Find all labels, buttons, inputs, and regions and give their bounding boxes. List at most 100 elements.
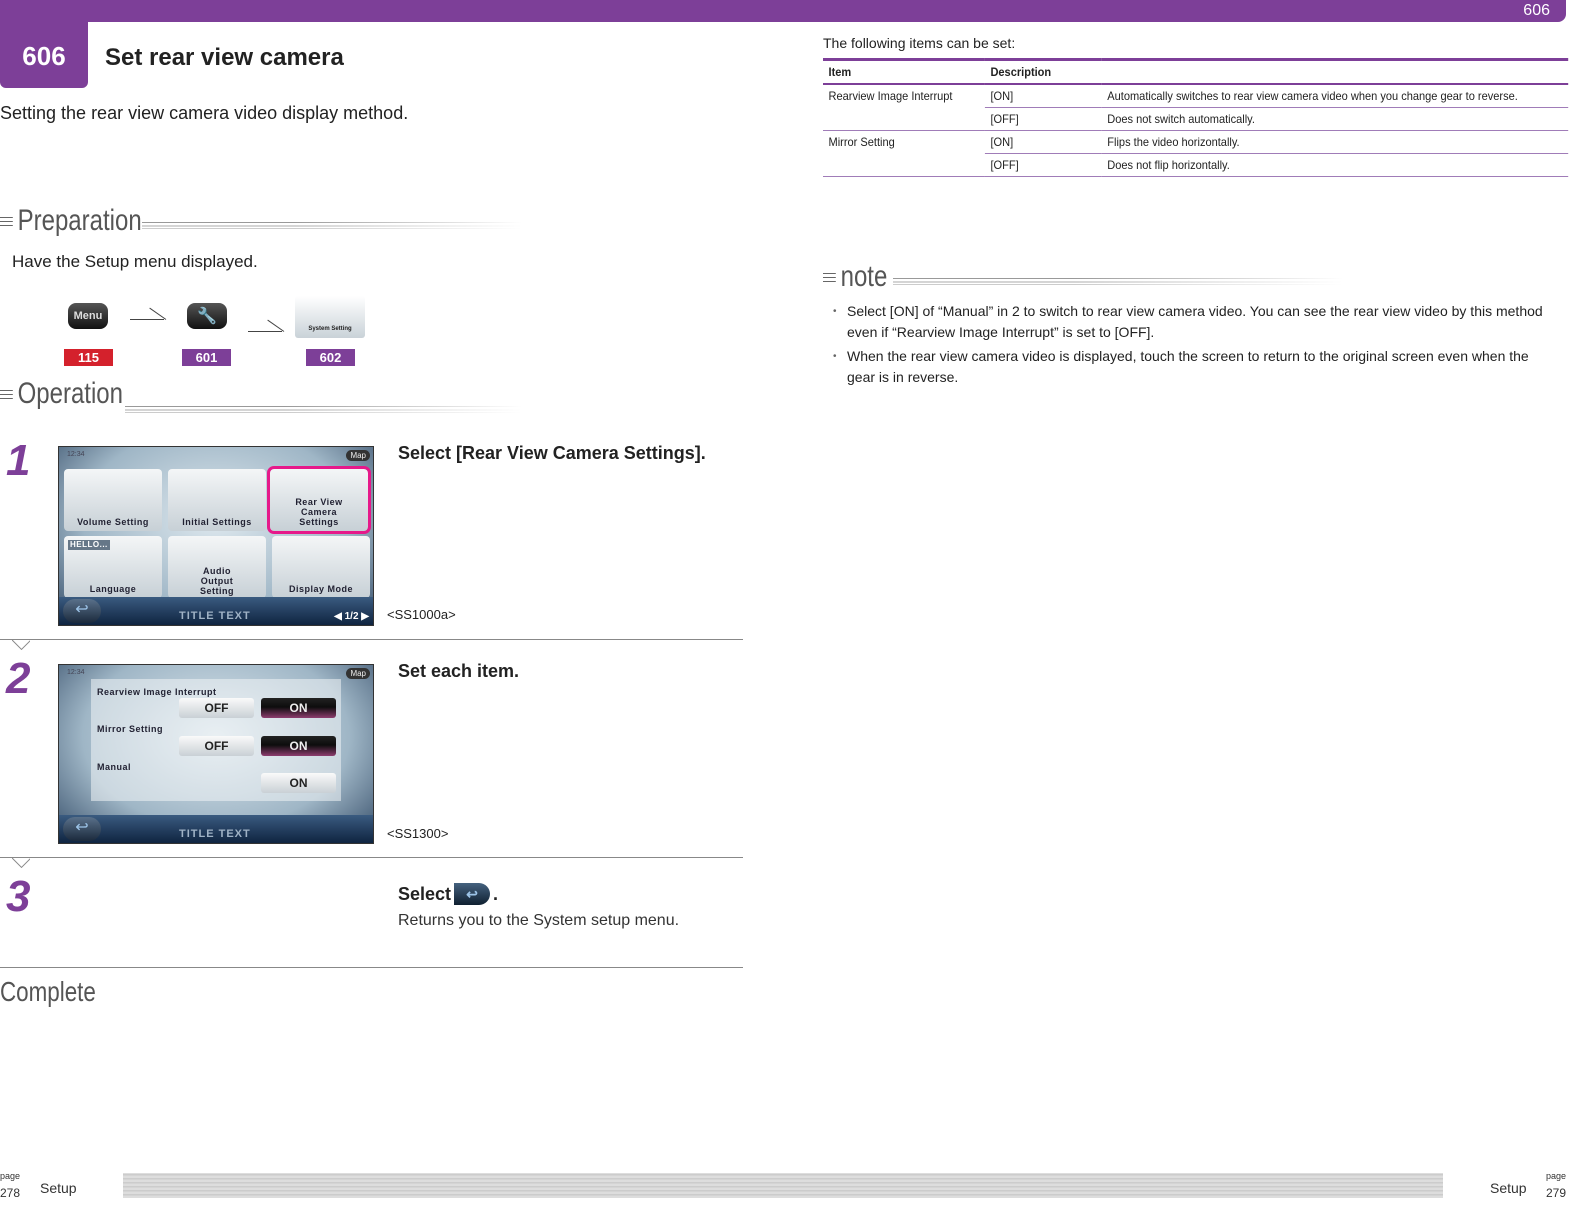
- map-button: Map: [346, 668, 370, 679]
- arrow-icon: [248, 320, 282, 332]
- screen-code: <SS1000a>: [387, 607, 456, 622]
- page-indicator: ◀ 1/2 ▶: [334, 611, 369, 622]
- divider-notch: [12, 858, 30, 868]
- cell-value: [ON]: [984, 84, 1102, 108]
- header-description: Description: [984, 58, 1569, 85]
- cell-description: Flips the video horizontally.: [1101, 130, 1569, 154]
- on-button: ON: [261, 773, 336, 793]
- page-ref-badge[interactable]: 115: [64, 349, 113, 366]
- tile-initial-settings: Initial Settings: [168, 469, 266, 531]
- row-label: Rearview Image Interrupt: [97, 687, 217, 697]
- note-heading: note: [823, 260, 887, 294]
- header-item: Item: [823, 58, 985, 85]
- page-title: Set rear view camera: [105, 44, 344, 71]
- left-section-label: Setup: [40, 1180, 77, 1196]
- off-button: OFF: [179, 736, 254, 756]
- screenshot-rear-view-settings: 12:34 Map Rearview Image Interrupt OFF O…: [58, 664, 374, 844]
- heading-text: Operation: [17, 377, 124, 410]
- table-row: Rearview Image Interrupt [ON] Automaticall…: [823, 84, 1569, 131]
- step-divider: [0, 639, 743, 640]
- system-setting-label: System Setting: [308, 326, 352, 332]
- map-button: Map: [346, 450, 370, 461]
- right-page-number: 279: [1546, 1186, 1567, 1200]
- screenshot-system-menu: 12:34 Map Volume Setting Initial Setting…: [58, 446, 374, 626]
- back-arrow-icon: ↩: [63, 817, 101, 841]
- preparation-text: Have the Setup menu displayed.: [12, 252, 258, 271]
- menu-button: Menu: [68, 303, 108, 329]
- menu-label: Menu: [73, 310, 103, 322]
- tile-volume-setting: Volume Setting: [64, 469, 162, 531]
- step-number: 3: [6, 872, 31, 921]
- page-word: page: [1546, 1171, 1567, 1181]
- on-button: ON: [261, 736, 336, 756]
- cell-item: Mirror Setting: [823, 130, 985, 177]
- row-label: Mirror Setting: [97, 724, 164, 734]
- operation-heading: Operation: [0, 377, 123, 411]
- note-item: Select [ON] of “Manual” in 2 to switch t…: [823, 301, 1553, 343]
- cell-value: [ON]: [984, 130, 1102, 154]
- heading-text: note: [840, 260, 888, 293]
- top-bar: [0, 0, 1566, 22]
- page-ref-badge[interactable]: 602: [306, 349, 355, 366]
- complete-divider: [0, 967, 743, 968]
- tile-audio-output-setting: Audio Output Setting: [168, 536, 266, 598]
- tile-display-mode: Display Mode: [272, 536, 370, 598]
- page-ref-badge[interactable]: 601: [182, 349, 231, 366]
- arrow-icon: [130, 308, 164, 320]
- settings-table: Item Description Rearview Image Interrupt…: [823, 58, 1584, 177]
- heading-bars-icon: [823, 272, 836, 282]
- table-intro: The following items can be set:: [823, 35, 1016, 51]
- tile-rear-view-camera-settings: Rear View Camera Settings: [267, 466, 371, 534]
- table-header: Item Description: [823, 58, 1569, 85]
- tile-label: Language: [89, 584, 137, 594]
- cell-description: Does not flip horizontally.: [1101, 153, 1569, 177]
- cell-description: Does not switch automatically.: [1101, 107, 1569, 131]
- on-button: ON: [261, 698, 336, 718]
- step-number: 2: [6, 654, 31, 703]
- hello-bubble: HELLO...: [68, 540, 110, 550]
- wrench-icon: 🔧: [187, 303, 227, 329]
- clock: 12:34: [67, 451, 85, 458]
- tile-language: HELLO... Language: [64, 536, 162, 598]
- row-label: Manual: [97, 762, 132, 772]
- right-section-label: Setup: [1490, 1180, 1527, 1196]
- off-button: OFF: [179, 698, 254, 718]
- step-detail: Returns you to the System setup menu.: [398, 912, 680, 929]
- intro-text: Setting the rear view camera video displ…: [0, 103, 409, 123]
- back-arrow-icon: ↩: [454, 883, 491, 905]
- screen-title: TITLE TEXT: [179, 610, 251, 622]
- note-list: Select [ON] of “Manual” in 2 to switch t…: [823, 301, 1553, 391]
- heading-bars-icon: [0, 216, 13, 226]
- preparation-heading: Preparation: [0, 204, 142, 238]
- heading-rule: [125, 406, 522, 413]
- note-item: When the rear view camera video is displ…: [823, 346, 1553, 388]
- instruction-text: Select: [398, 883, 452, 904]
- table-row: Mirror Setting [ON] Flips the video horizo…: [823, 130, 1569, 177]
- cell-description: Automatically switches to rear view came…: [1101, 84, 1569, 108]
- cell-value: [OFF]: [984, 107, 1102, 131]
- heading-text: Preparation: [17, 204, 142, 237]
- step-number: 1: [6, 436, 31, 485]
- footer-bar: [123, 1173, 1443, 1198]
- page-word: page: [0, 1171, 21, 1181]
- cell-value: [OFF]: [984, 153, 1102, 177]
- heading-rule: [142, 222, 522, 229]
- instruction-text: .: [493, 883, 499, 904]
- screen-title: TITLE TEXT: [179, 828, 251, 840]
- step-instruction: Set each item.: [398, 661, 520, 681]
- screen-code: <SS1300>: [387, 826, 449, 841]
- section-tab: 606: [0, 0, 88, 88]
- step-divider: [0, 857, 743, 858]
- section-number-top: 606: [1523, 2, 1550, 19]
- system-setting-icon: System Setting: [295, 296, 365, 338]
- left-page-number: 278: [0, 1186, 21, 1200]
- step-instruction: Select ↩ .: [398, 883, 498, 905]
- heading-bars-icon: [0, 389, 13, 399]
- divider-notch: [12, 640, 30, 650]
- complete-label: Complete: [0, 976, 96, 1007]
- page-number: 1/2: [344, 611, 359, 622]
- back-arrow-icon: ↩: [63, 599, 101, 623]
- step-instruction: Select [Rear View Camera Settings].: [398, 443, 706, 463]
- cell-item: Rearview Image Interrupt: [823, 84, 985, 131]
- clock: 12:34: [67, 669, 85, 676]
